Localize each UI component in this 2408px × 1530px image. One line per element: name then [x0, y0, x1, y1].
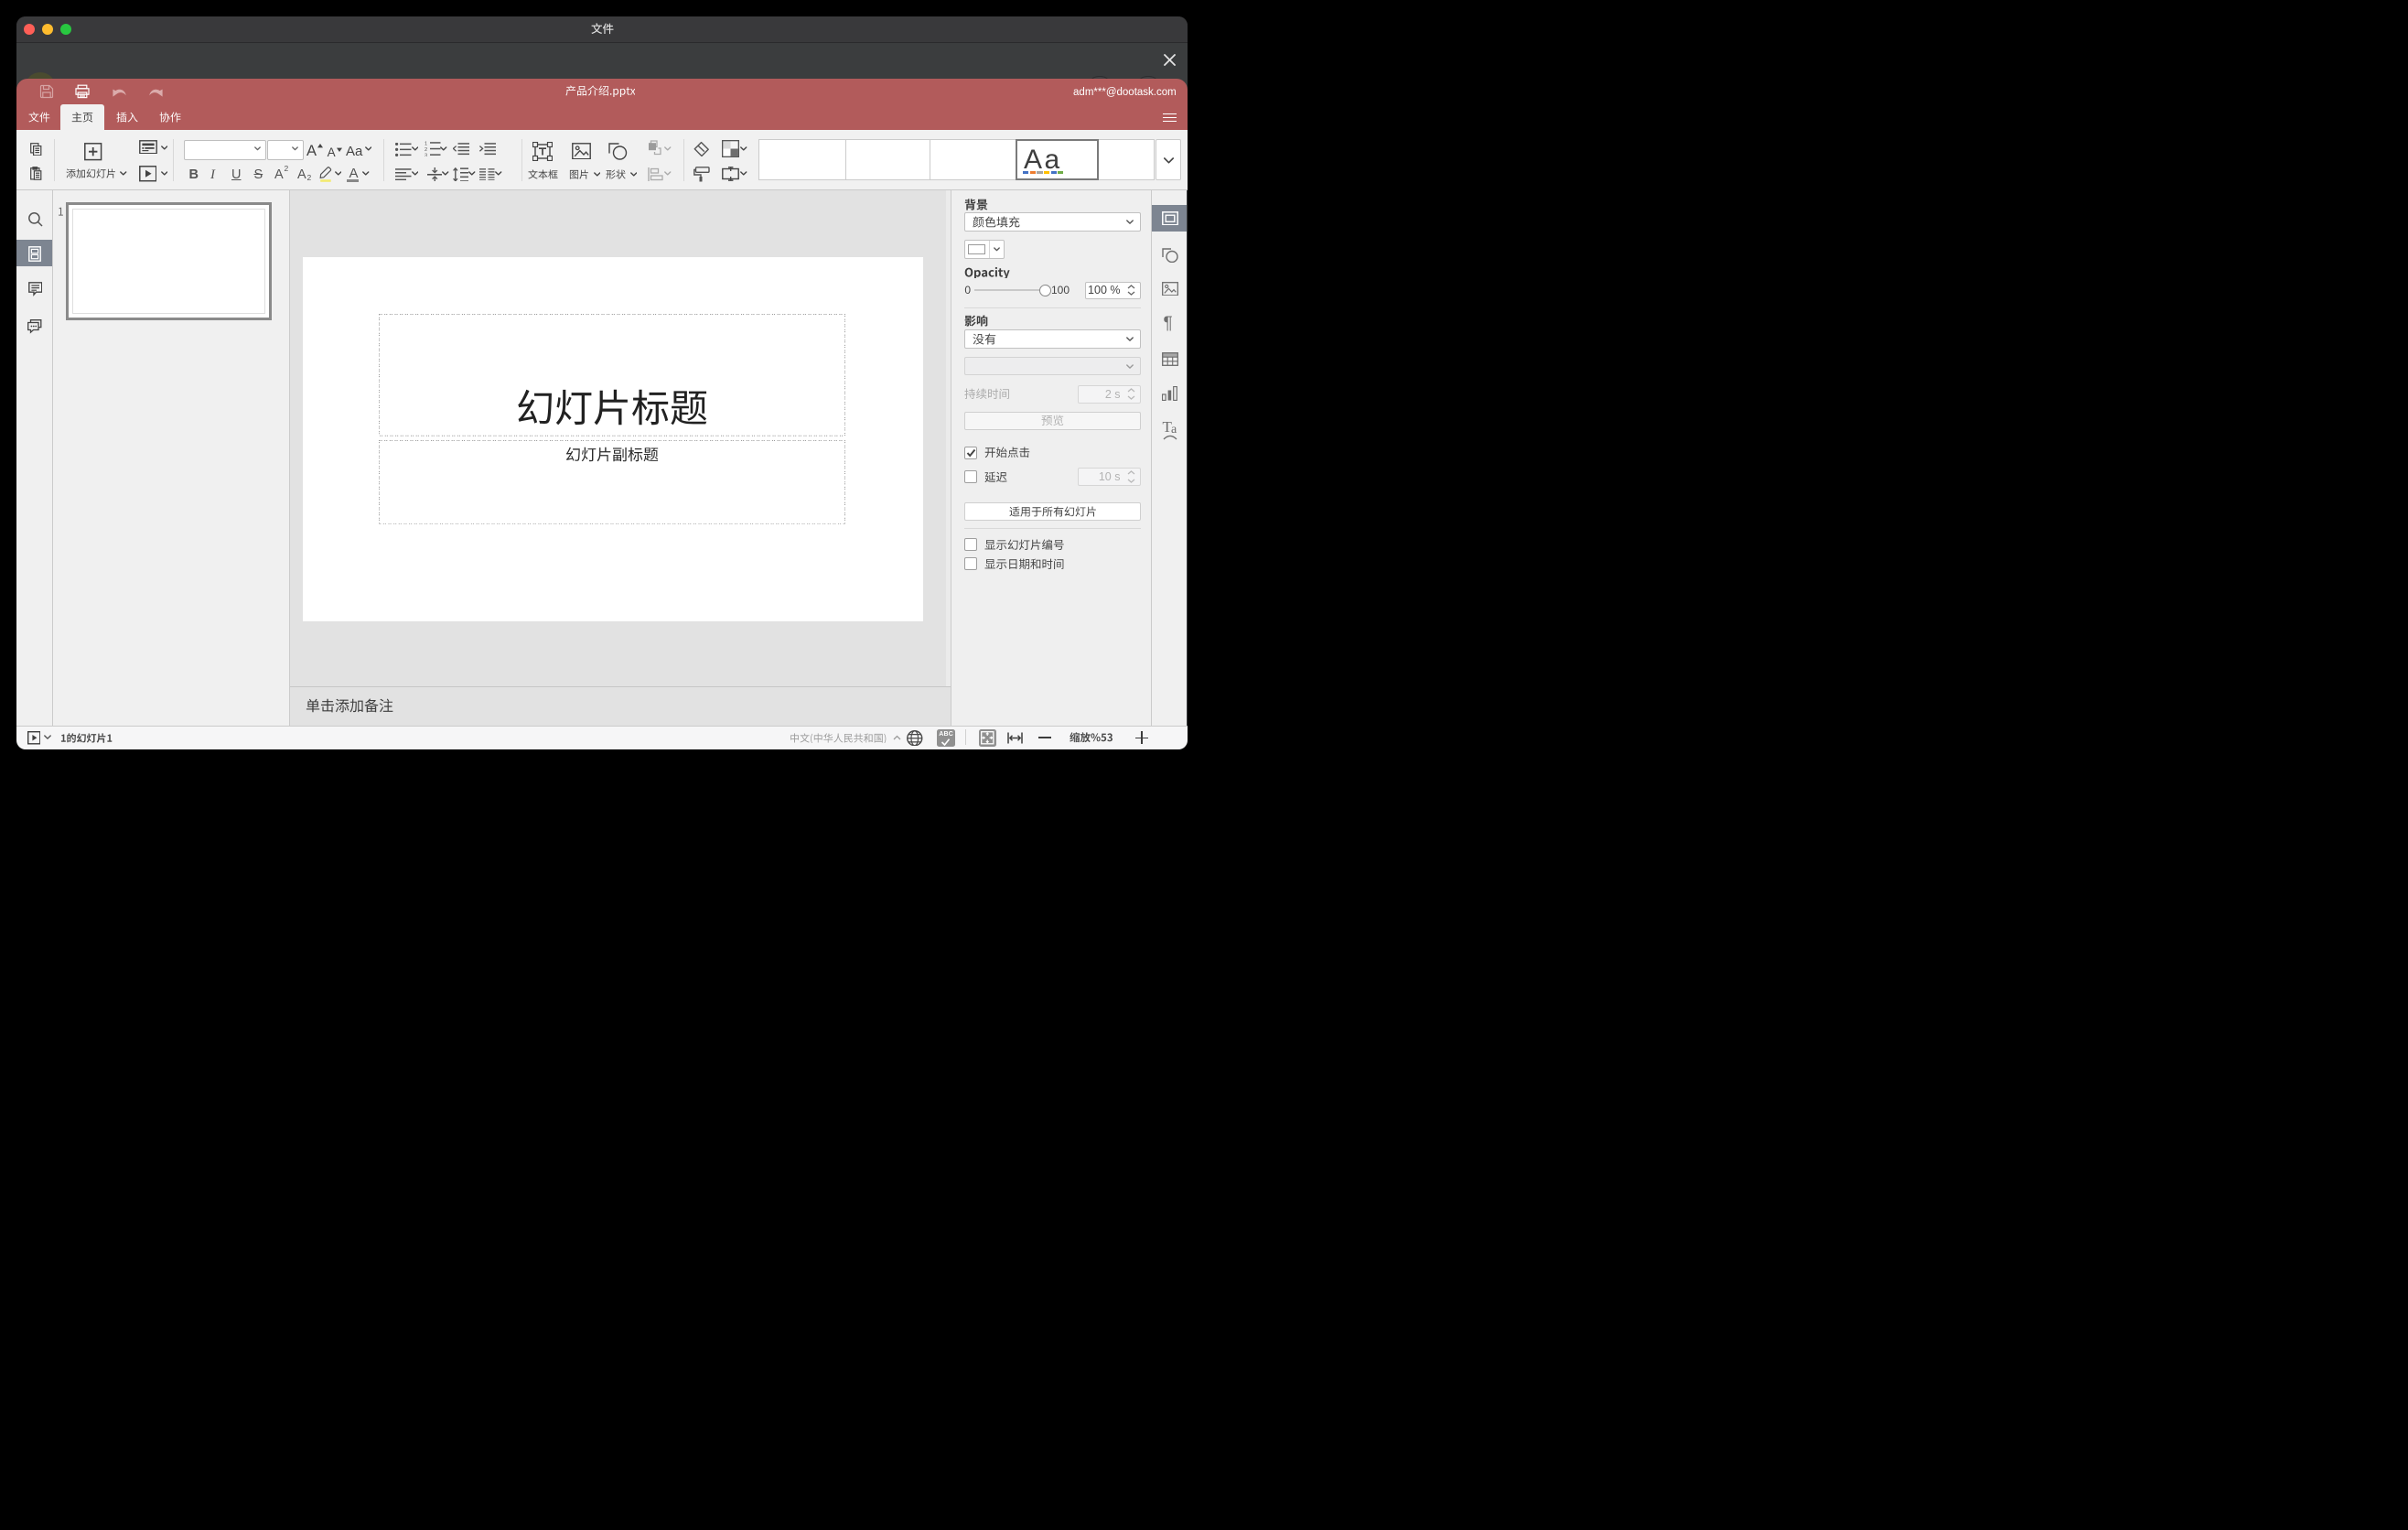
svg-text:2: 2	[425, 147, 427, 153]
svg-text:1: 1	[425, 141, 427, 146]
svg-text:3: 3	[425, 154, 427, 156]
